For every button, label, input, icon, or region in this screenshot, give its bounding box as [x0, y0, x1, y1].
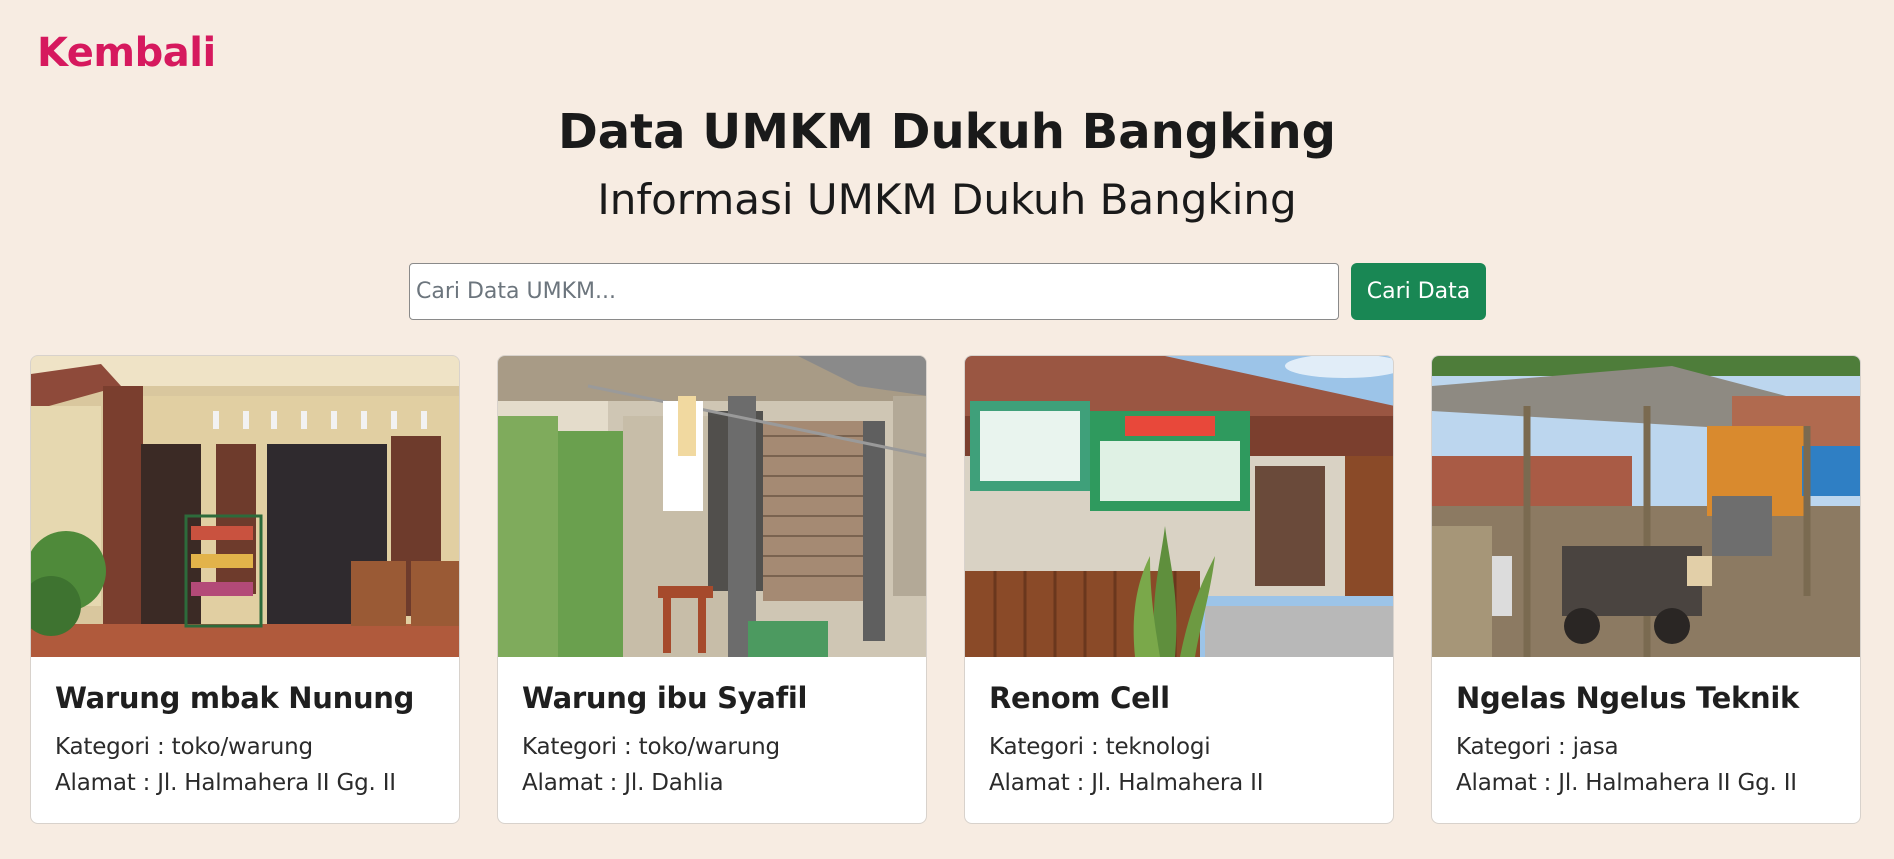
header: Data UMKM Dukuh Bangking Informasi UMKM …	[0, 100, 1894, 232]
umkm-card[interactable]: Renom Cell Kategori : teknologi Alamat :…	[964, 355, 1394, 824]
card-title: Renom Cell	[989, 681, 1170, 715]
card-photo	[965, 356, 1393, 657]
umkm-card[interactable]: Ngelas Ngelus Teknik Kategori : jasa Ala…	[1431, 355, 1861, 824]
search-bar: Cari Data	[409, 263, 1486, 320]
card-category: Kategori : toko/warung	[522, 734, 780, 760]
search-input[interactable]	[409, 263, 1339, 320]
back-link[interactable]: Kembali	[37, 30, 216, 76]
page-title: Data UMKM Dukuh Bangking	[557, 104, 1337, 160]
card-category: Kategori : teknologi	[989, 734, 1211, 760]
card-title: Warung mbak Nunung	[55, 681, 415, 715]
card-address: Alamat : Jl. Dahlia	[522, 770, 724, 796]
card-photo	[498, 356, 926, 657]
card-category: Kategori : toko/warung	[55, 734, 313, 760]
card-address: Alamat : Jl. Halmahera II	[989, 770, 1264, 796]
umkm-card-list: Warung mbak Nunung Kategori : toko/warun…	[30, 355, 1866, 824]
card-address: Alamat : Jl. Halmahera II Gg. II	[55, 770, 396, 796]
card-title: Ngelas Ngelus Teknik	[1456, 681, 1799, 715]
card-category: Kategori : jasa	[1456, 734, 1619, 760]
umkm-card[interactable]: Warung mbak Nunung Kategori : toko/warun…	[30, 355, 460, 824]
card-photo	[1432, 356, 1860, 657]
card-address: Alamat : Jl. Halmahera II Gg. II	[1456, 770, 1797, 796]
page-subtitle: Informasi UMKM Dukuh Bangking	[597, 175, 1297, 224]
umkm-card[interactable]: Warung ibu Syafil Kategori : toko/warung…	[497, 355, 927, 824]
card-photo	[31, 356, 459, 657]
search-button[interactable]: Cari Data	[1351, 263, 1486, 320]
card-title: Warung ibu Syafil	[522, 681, 808, 715]
